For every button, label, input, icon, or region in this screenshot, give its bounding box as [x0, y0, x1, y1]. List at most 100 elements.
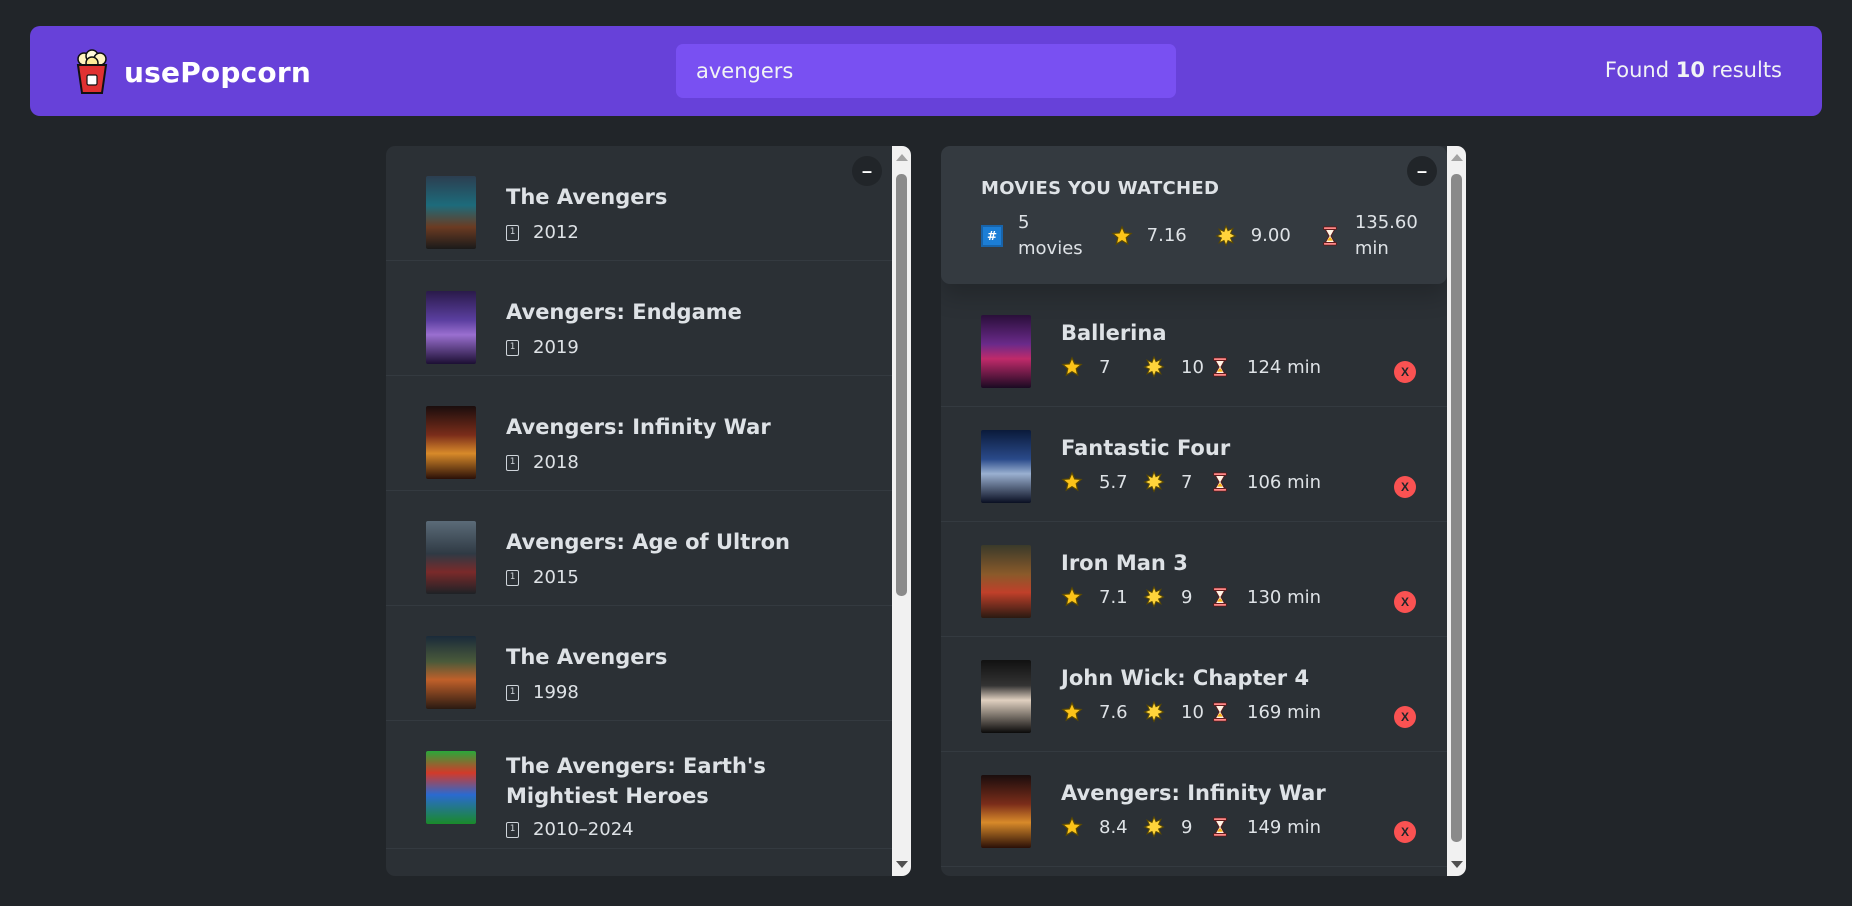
- avg-user-rating: 9.00: [1250, 225, 1291, 246]
- search-input[interactable]: [676, 44, 1176, 98]
- movie-ratings: 7.1 9 130 min: [1061, 586, 1321, 608]
- movie-year: 2018: [533, 452, 579, 473]
- movie-poster: [426, 176, 476, 249]
- movie-poster: [981, 430, 1031, 503]
- movie-title: Avengers: Infinity War: [1061, 781, 1326, 805]
- calendar-icon: 1: [506, 684, 519, 701]
- runtime-unit: min: [1354, 238, 1389, 259]
- watched-item: Iron Man 3 7.1 9 130 min X: [941, 522, 1447, 637]
- avg-imdb-rating: 7.16: [1146, 225, 1187, 246]
- navbar: usePopcorn Found 10 results: [30, 26, 1822, 116]
- app-name: usePopcorn: [124, 55, 311, 89]
- imdb-rating: 5.7: [1099, 471, 1128, 493]
- movie-title: The Avengers: Earth's Mightiest Heroes: [506, 754, 766, 808]
- watched-summary: Movies you watched # 5 movies 7.16 9.00 1…: [941, 146, 1447, 284]
- user-rating: 9: [1181, 816, 1193, 838]
- calendar-icon: 1: [506, 821, 519, 838]
- user-rating: 7: [1181, 471, 1193, 493]
- collapse-watched-button[interactable]: –: [1407, 156, 1437, 186]
- watched-item: Ballerina 7 10 124 min X: [941, 292, 1447, 407]
- result-item[interactable]: Avengers: Age of Ultron 1 2015: [386, 491, 892, 606]
- movie-poster: [426, 406, 476, 479]
- movie-title: Fantastic Four: [1061, 436, 1231, 460]
- sparkle-star-icon: [1143, 701, 1165, 723]
- search-results-box: – The Avengers 1 2012 Avengers: Endgame 1…: [386, 146, 911, 876]
- movie-year: 2015: [533, 567, 579, 588]
- scroll-up-arrow-icon[interactable]: [1451, 154, 1463, 161]
- imdb-rating: 7.1: [1099, 586, 1128, 608]
- movie-year-row: 1 2012: [506, 222, 579, 243]
- watched-item: John Wick: Chapter 4 7.6 10 169 min X: [941, 637, 1447, 752]
- movie-poster: [426, 636, 476, 709]
- result-item[interactable]: Avengers: Endgame 1 2019: [386, 261, 892, 376]
- movie-title: Avengers: Endgame: [506, 300, 742, 324]
- calendar-icon: 1: [506, 454, 519, 471]
- logo: usePopcorn: [72, 49, 311, 94]
- star-icon: [1061, 356, 1083, 378]
- runtime: 169 min: [1247, 701, 1322, 723]
- movie-title: The Avengers: [506, 645, 668, 669]
- runtime: 124 min: [1247, 356, 1322, 378]
- delete-button[interactable]: X: [1394, 591, 1416, 613]
- runtime: 149 min: [1247, 816, 1322, 838]
- found-count: 10: [1675, 58, 1705, 82]
- hourglass-icon: [1209, 356, 1231, 378]
- result-item[interactable]: Avengers: Infinity War 1 2018: [386, 376, 892, 491]
- sparkle-star-icon: [1143, 356, 1165, 378]
- watched-count: 5: [1018, 212, 1030, 233]
- watched-scrollbar[interactable]: [1447, 146, 1466, 876]
- watched-item: Fantastic Four 5.7 7 106 min X: [941, 407, 1447, 522]
- star-icon: [1111, 225, 1133, 247]
- watched-count-unit: movies: [1018, 238, 1083, 259]
- results-count: Found 10 results: [1605, 58, 1782, 82]
- movie-title: Avengers: Infinity War: [506, 415, 771, 439]
- user-rating: 10: [1181, 356, 1204, 378]
- delete-button[interactable]: X: [1394, 706, 1416, 728]
- star-icon: [1061, 816, 1083, 838]
- hourglass-icon: [1209, 816, 1231, 838]
- imdb-rating: 7: [1099, 356, 1111, 378]
- star-icon: [1061, 471, 1083, 493]
- movie-title: Iron Man 3: [1061, 551, 1188, 575]
- star-icon: [1061, 586, 1083, 608]
- movie-poster: [981, 660, 1031, 733]
- movie-title: The Avengers: [506, 185, 668, 209]
- movie-year-row: 1 1998: [506, 682, 579, 703]
- result-item[interactable]: The Avengers 1 2012: [386, 146, 892, 261]
- scroll-thumb[interactable]: [896, 174, 907, 596]
- delete-button[interactable]: X: [1394, 476, 1416, 498]
- collapse-results-button[interactable]: –: [852, 156, 882, 186]
- sparkle-star-icon: [1143, 816, 1165, 838]
- imdb-rating: 8.4: [1099, 816, 1128, 838]
- movie-ratings: 7.6 10 169 min: [1061, 701, 1321, 723]
- stat-count: # 5 movies: [981, 210, 1083, 262]
- movie-title: John Wick: Chapter 4: [1061, 666, 1310, 690]
- calendar-icon: 1: [506, 224, 519, 241]
- summary-stats: # 5 movies 7.16 9.00 135.60 min: [981, 210, 1446, 262]
- scroll-down-arrow-icon[interactable]: [1451, 861, 1463, 868]
- movie-year: 2012: [533, 222, 579, 243]
- results-scrollbar[interactable]: [892, 146, 911, 876]
- scroll-up-arrow-icon[interactable]: [896, 154, 908, 161]
- results-list: The Avengers 1 2012 Avengers: Endgame 1 20…: [386, 146, 892, 849]
- sparkle-star-icon: [1143, 586, 1165, 608]
- delete-button[interactable]: X: [1394, 361, 1416, 383]
- scroll-thumb[interactable]: [1451, 174, 1462, 842]
- movie-title: Avengers: Age of Ultron: [506, 530, 790, 554]
- movie-year-row: 1 2010–2024: [506, 819, 634, 840]
- scroll-down-arrow-icon[interactable]: [896, 861, 908, 868]
- hourglass-icon: [1209, 586, 1231, 608]
- hourglass-icon: [1209, 471, 1231, 493]
- movie-ratings: 8.4 9 149 min: [1061, 816, 1321, 838]
- movie-year: 2010–2024: [533, 819, 634, 840]
- user-rating: 10: [1181, 701, 1204, 723]
- watched-list: Ballerina 7 10 124 min X Fantastic Four …: [941, 292, 1447, 867]
- result-item[interactable]: The Avengers 1 1998: [386, 606, 892, 721]
- stat-avg-runtime: 135.60 min: [1319, 210, 1418, 262]
- found-prefix: Found: [1604, 58, 1670, 82]
- movie-poster: [981, 315, 1031, 388]
- avg-runtime: 135.60: [1354, 212, 1418, 233]
- delete-button[interactable]: X: [1394, 821, 1416, 843]
- movie-ratings: 7 10 124 min: [1061, 356, 1321, 378]
- result-item[interactable]: The Avengers: Earth's Mightiest Heroes 1…: [386, 721, 892, 849]
